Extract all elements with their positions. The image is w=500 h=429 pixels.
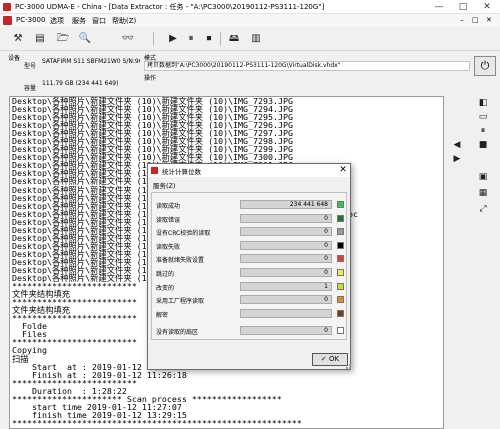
stat-row: 读取成功 234 441 648 (152, 199, 346, 210)
toolbar: ⚒ ▤ 🗁 🔍 👓 ▶ ⏸ ⏹ 🖴 ▥ ⏻ (0, 27, 500, 76)
dialog-menu-service[interactable]: 服务(Z) (153, 180, 176, 190)
toolbar-separator (153, 32, 154, 46)
model-value: SATAFIRM S11 SBFM21W0 S/N:905 (42, 58, 140, 65)
back-icon[interactable]: ◀ (450, 139, 464, 152)
stat-value: 1 (240, 282, 332, 291)
map-icon[interactable]: ▥ (248, 31, 264, 47)
child-minimize-button[interactable]: – (460, 16, 464, 24)
stat-row: 改变的 1 (152, 281, 346, 292)
folder-icon[interactable]: 🗁 (55, 31, 71, 47)
stop-icon[interactable]: ⏹ (201, 31, 217, 47)
window-icon[interactable]: ▭ (476, 111, 490, 124)
stat-value: 0 (240, 268, 332, 277)
window-title: PC-3000 UDMA-E - China - [Data Extractor… (15, 3, 325, 11)
dialog-close-button[interactable]: ✕ (336, 164, 350, 177)
menu-pc3000[interactable]: PC-3000 (16, 16, 45, 24)
stop-side-icon[interactable]: ■ (476, 139, 490, 152)
stat-label: 读取成功 (156, 203, 181, 210)
stat-row: 准备就绪失败设置 0 (152, 253, 346, 264)
stat-color-swatch (337, 201, 344, 208)
stat-label: 准备就绪失败设置 (156, 257, 205, 264)
stat-row: 解密 (152, 308, 346, 319)
stat-row: 没有读取的扇区 0 (152, 325, 346, 336)
stat-value: 0 (240, 241, 332, 250)
stat-row: 读取错误 0 (152, 213, 346, 224)
close-button[interactable]: ✕ (475, 0, 499, 14)
stat-color-swatch (337, 255, 344, 262)
grid-icon[interactable]: ▣ (476, 171, 490, 184)
pause-icon[interactable]: ⏸ (183, 31, 199, 47)
stat-row: 读取失败 0 (152, 240, 346, 251)
stat-label: 跳过的 (156, 271, 175, 278)
app-window: PC-3000 UDMA-E - China - [Data Extractor… (0, 0, 500, 429)
stat-color-swatch (337, 283, 344, 290)
pause-side-icon[interactable]: ⏸ (476, 125, 490, 138)
stat-label: 读取错误 (156, 217, 181, 224)
dialog-title-bar: 统计计算位数 ✕ (148, 164, 350, 177)
panel-icon[interactable]: ◧ (476, 97, 490, 110)
stat-color-swatch (337, 242, 344, 249)
stat-value: 0 (240, 214, 332, 223)
search-icon[interactable]: 🔍 (77, 31, 93, 47)
stat-label: 没有CRC校验的读取 (156, 230, 211, 237)
stat-label: 改变的 (156, 285, 175, 292)
stat-color-swatch (337, 228, 344, 235)
play-icon[interactable]: ▶ (165, 31, 181, 47)
device-info-panel: 设备 型号 SATAFIRM S11 SBFM21W0 S/N:905 容量 1… (0, 51, 500, 95)
stat-value: 0 (240, 254, 332, 263)
stat-color-swatch (337, 310, 344, 317)
dialog-title: 统计计算位数 (162, 168, 201, 176)
menu-service[interactable]: 服务 (72, 16, 86, 26)
menu-bar: PC-3000 选项 服务 窗口 帮助(Z) – □ ✕ (0, 14, 500, 27)
resize-grip[interactable] (346, 364, 351, 369)
stat-value: 234 441 648 (240, 200, 332, 209)
toolbar-separator (220, 32, 221, 46)
maximize-button[interactable]: □ (451, 0, 475, 14)
stat-color-swatch (337, 327, 344, 334)
ok-button[interactable]: ✔ OK (312, 353, 348, 366)
child-close-button[interactable]: ✕ (486, 16, 492, 24)
task-icon[interactable]: ▤ (32, 31, 48, 47)
stat-label: 采用工厂程序读取 (156, 298, 205, 305)
dialog-icon (151, 167, 158, 174)
check-icon: ✔ (320, 355, 327, 363)
device-label: 设备 (8, 55, 21, 62)
stat-label: 解密 (156, 312, 169, 319)
menu-window[interactable]: 窗口 (92, 16, 106, 26)
menu-help[interactable]: 帮助(Z) (112, 16, 136, 26)
stat-color-swatch (337, 215, 344, 222)
table-icon[interactable]: ▦ (476, 187, 490, 200)
capacity-label: 容量 (24, 85, 37, 92)
app-menu-icon[interactable] (3, 16, 12, 25)
minimize-button[interactable]: — (427, 0, 451, 14)
binoculars-icon[interactable]: 👓 (120, 31, 136, 47)
stat-value: 0 (240, 326, 332, 335)
forward-icon[interactable]: ▶ (450, 153, 464, 166)
tools-icon[interactable]: ⚒ (10, 31, 26, 47)
stat-value: 0 (240, 295, 332, 304)
stat-color-swatch (337, 296, 344, 303)
statistics-dialog: 统计计算位数 ✕ 服务(Z) 读取成功 234 441 648 读取错误 0 没有CRC… (147, 163, 351, 370)
stat-label: 没有读取的扇区 (156, 329, 199, 336)
model-label: 型号 (24, 63, 37, 70)
stat-label: 读取失败 (156, 244, 181, 251)
ok-button-label: OK (329, 355, 340, 363)
stats-panel: 读取成功 234 441 648 读取错误 0 没有CRC校验的读取 0 读取失败 0 准备就绪… (151, 192, 347, 340)
drive-icon[interactable]: 🖴 (226, 31, 242, 47)
title-bar: PC-3000 UDMA-E - China - [Data Extractor… (0, 0, 500, 14)
operation-label: 操作 (144, 75, 157, 82)
capacity-value: 111.79 GB (234 441 649) (42, 80, 119, 87)
side-toolbar: ◧ ▭ ⏸ ■ ◀ ▶ ▣ ▦ ⤢ (446, 95, 500, 429)
expand-icon[interactable]: ⤢ (476, 203, 490, 216)
stat-color-swatch (337, 269, 344, 276)
mode-value: 拷贝数据到"A:\PC3000\20190112-PS3111-120G\Vir… (144, 61, 470, 71)
stat-row: 没有CRC校验的读取 0 (152, 226, 346, 237)
stat-row: 采用工厂程序读取 0 (152, 294, 346, 305)
app-icon (3, 3, 11, 11)
menu-options[interactable]: 选项 (50, 16, 64, 26)
stat-value: 0 (240, 227, 332, 236)
stat-value (240, 309, 332, 318)
child-restore-button[interactable]: □ (472, 16, 479, 24)
stat-row: 跳过的 0 (152, 267, 346, 278)
